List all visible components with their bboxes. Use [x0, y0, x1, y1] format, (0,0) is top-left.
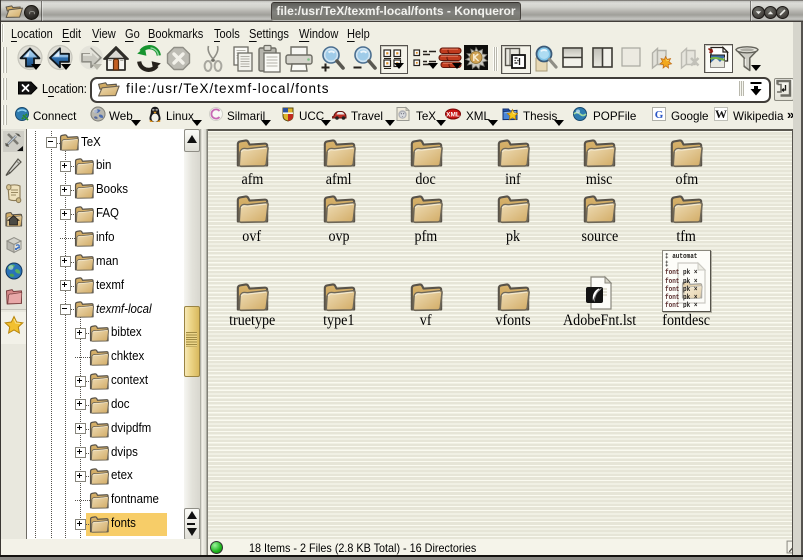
svg-text:G: G: [655, 109, 664, 121]
svg-text:XML: XML: [446, 112, 460, 119]
svg-text:W: W: [715, 107, 727, 121]
